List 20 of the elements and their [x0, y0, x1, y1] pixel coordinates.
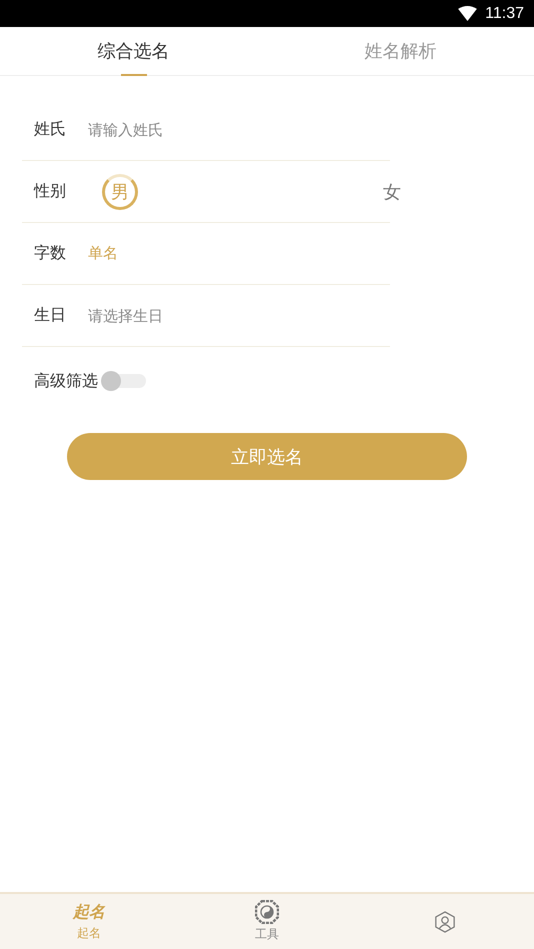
- field-label: 字数: [34, 243, 67, 264]
- field-label: 姓氏: [34, 119, 67, 140]
- nav-item[interactable]: 工具: [178, 894, 356, 949]
- field-label: 生日: [34, 305, 67, 326]
- field-label: 性别: [34, 181, 67, 202]
- field-label: 高级筛选: [34, 370, 98, 392]
- person-icon: [434, 910, 456, 934]
- submit-button[interactable]: 立即选名: [67, 433, 467, 480]
- clock-time: 11:37: [485, 4, 524, 22]
- dropdown-value[interactable]: 单名: [88, 244, 118, 263]
- gender-option[interactable]: 女: [374, 174, 410, 210]
- nav-item[interactable]: 起名 起名: [0, 894, 178, 949]
- gender-option[interactable]: 男: [102, 174, 138, 210]
- date-field[interactable]: 请选择生日: [88, 306, 288, 324]
- tab[interactable]: 综合选名: [0, 27, 267, 75]
- yin-yang-icon: [255, 900, 279, 924]
- toggle-switch[interactable]: [102, 374, 146, 388]
- wifi-icon: [458, 6, 478, 21]
- tab[interactable]: 姓名解析: [267, 27, 534, 75]
- input-field[interactable]: 请输入姓氏: [88, 120, 288, 138]
